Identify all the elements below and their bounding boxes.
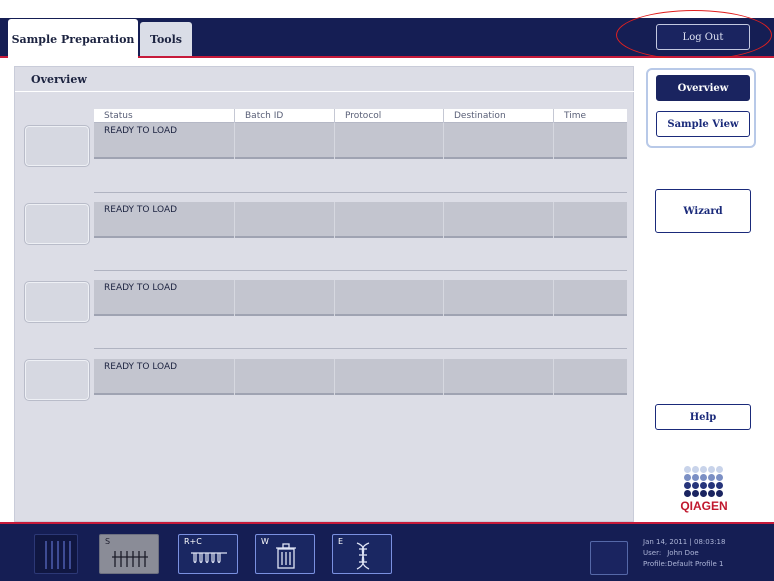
status-cell: READY TO LOAD [94,359,235,395]
help-button[interactable]: Help [655,404,751,430]
table-row[interactable]: READY TO LOAD [94,123,627,159]
qiagen-logo-text: QIAGEN [680,499,728,513]
status-bar: S R+C W E Jan 14, 2011 | 08:03:18 User: … [0,524,774,581]
protocol-cell [335,202,444,238]
status-cell: READY TO LOAD [94,202,235,238]
qiagen-logo-dots [684,466,723,497]
table-row[interactable]: READY TO LOAD [94,280,627,316]
batch-id-cell [235,123,335,159]
wizard-button[interactable]: Wizard [655,189,751,233]
profile-name: Default Profile 1 [667,560,724,568]
protocol-cell [335,123,444,159]
user-key: User: [643,549,662,557]
slot-select-box[interactable] [24,359,90,401]
profile-key: Profile: [643,560,668,568]
batch-id-cell [235,280,335,316]
destination-cell [444,280,554,316]
table-row[interactable]: READY TO LOAD [94,202,627,238]
overview-panel: Overview Status Batch ID Protocol Destin… [14,66,635,522]
title-divider [15,91,635,92]
destination-cell [444,359,554,395]
reagent-cartridge-icon[interactable]: R+C [178,534,238,574]
slot-select-box[interactable] [24,281,90,323]
time-cell [554,202,627,238]
column-header-protocol: Protocol [335,109,444,123]
tube-rack-icon[interactable] [34,534,78,574]
row-separator [94,192,627,193]
user-name: John Doe [667,549,699,557]
datetime-text: Jan 14, 2011 | 08:03:18 [643,538,726,546]
column-header-status: Status [94,109,235,123]
column-header-time: Time [564,111,587,121]
destination-cell [444,123,554,159]
waste-bin-icon[interactable]: W [255,534,315,574]
top-bar: Sample Preparation Tools Log Out [0,0,774,64]
time-cell [554,359,627,395]
system-status-info: Jan 14, 2011 | 08:03:18 User: John Doe P… [643,537,725,570]
sidebar: Overview Sample View Wizard Help QIAGEN [640,58,774,522]
column-header-batch-id: Batch ID [235,109,335,123]
tab-tools[interactable]: Tools [140,22,192,56]
annotation-circle [616,10,772,60]
status-cell: READY TO LOAD [94,280,235,316]
sample-tubes-icon[interactable]: S [99,534,159,574]
page-title: Overview [31,73,87,86]
slot-select-box[interactable] [24,203,90,245]
batch-id-cell [235,359,335,395]
destination-cell [444,202,554,238]
protocol-cell [335,280,444,316]
time-cell [554,280,627,316]
row-separator [94,348,627,349]
slot-select-box[interactable] [24,125,90,167]
qiagen-logo: QIAGEN [676,466,732,513]
overview-button[interactable]: Overview [656,75,750,101]
protocol-cell [335,359,444,395]
table-header: Status Batch ID Protocol Destination Tim… [94,109,627,123]
status-cell: READY TO LOAD [94,123,235,159]
column-header-destination: Destination [444,109,554,123]
time-cell [554,123,627,159]
sample-view-button[interactable]: Sample View [656,111,750,137]
elution-dna-icon[interactable]: E [332,534,392,574]
tab-sample-preparation[interactable]: Sample Preparation [8,19,138,59]
row-separator [94,270,627,271]
batch-id-cell [235,202,335,238]
status-indicator [590,541,628,575]
table-row[interactable]: READY TO LOAD [94,359,627,395]
